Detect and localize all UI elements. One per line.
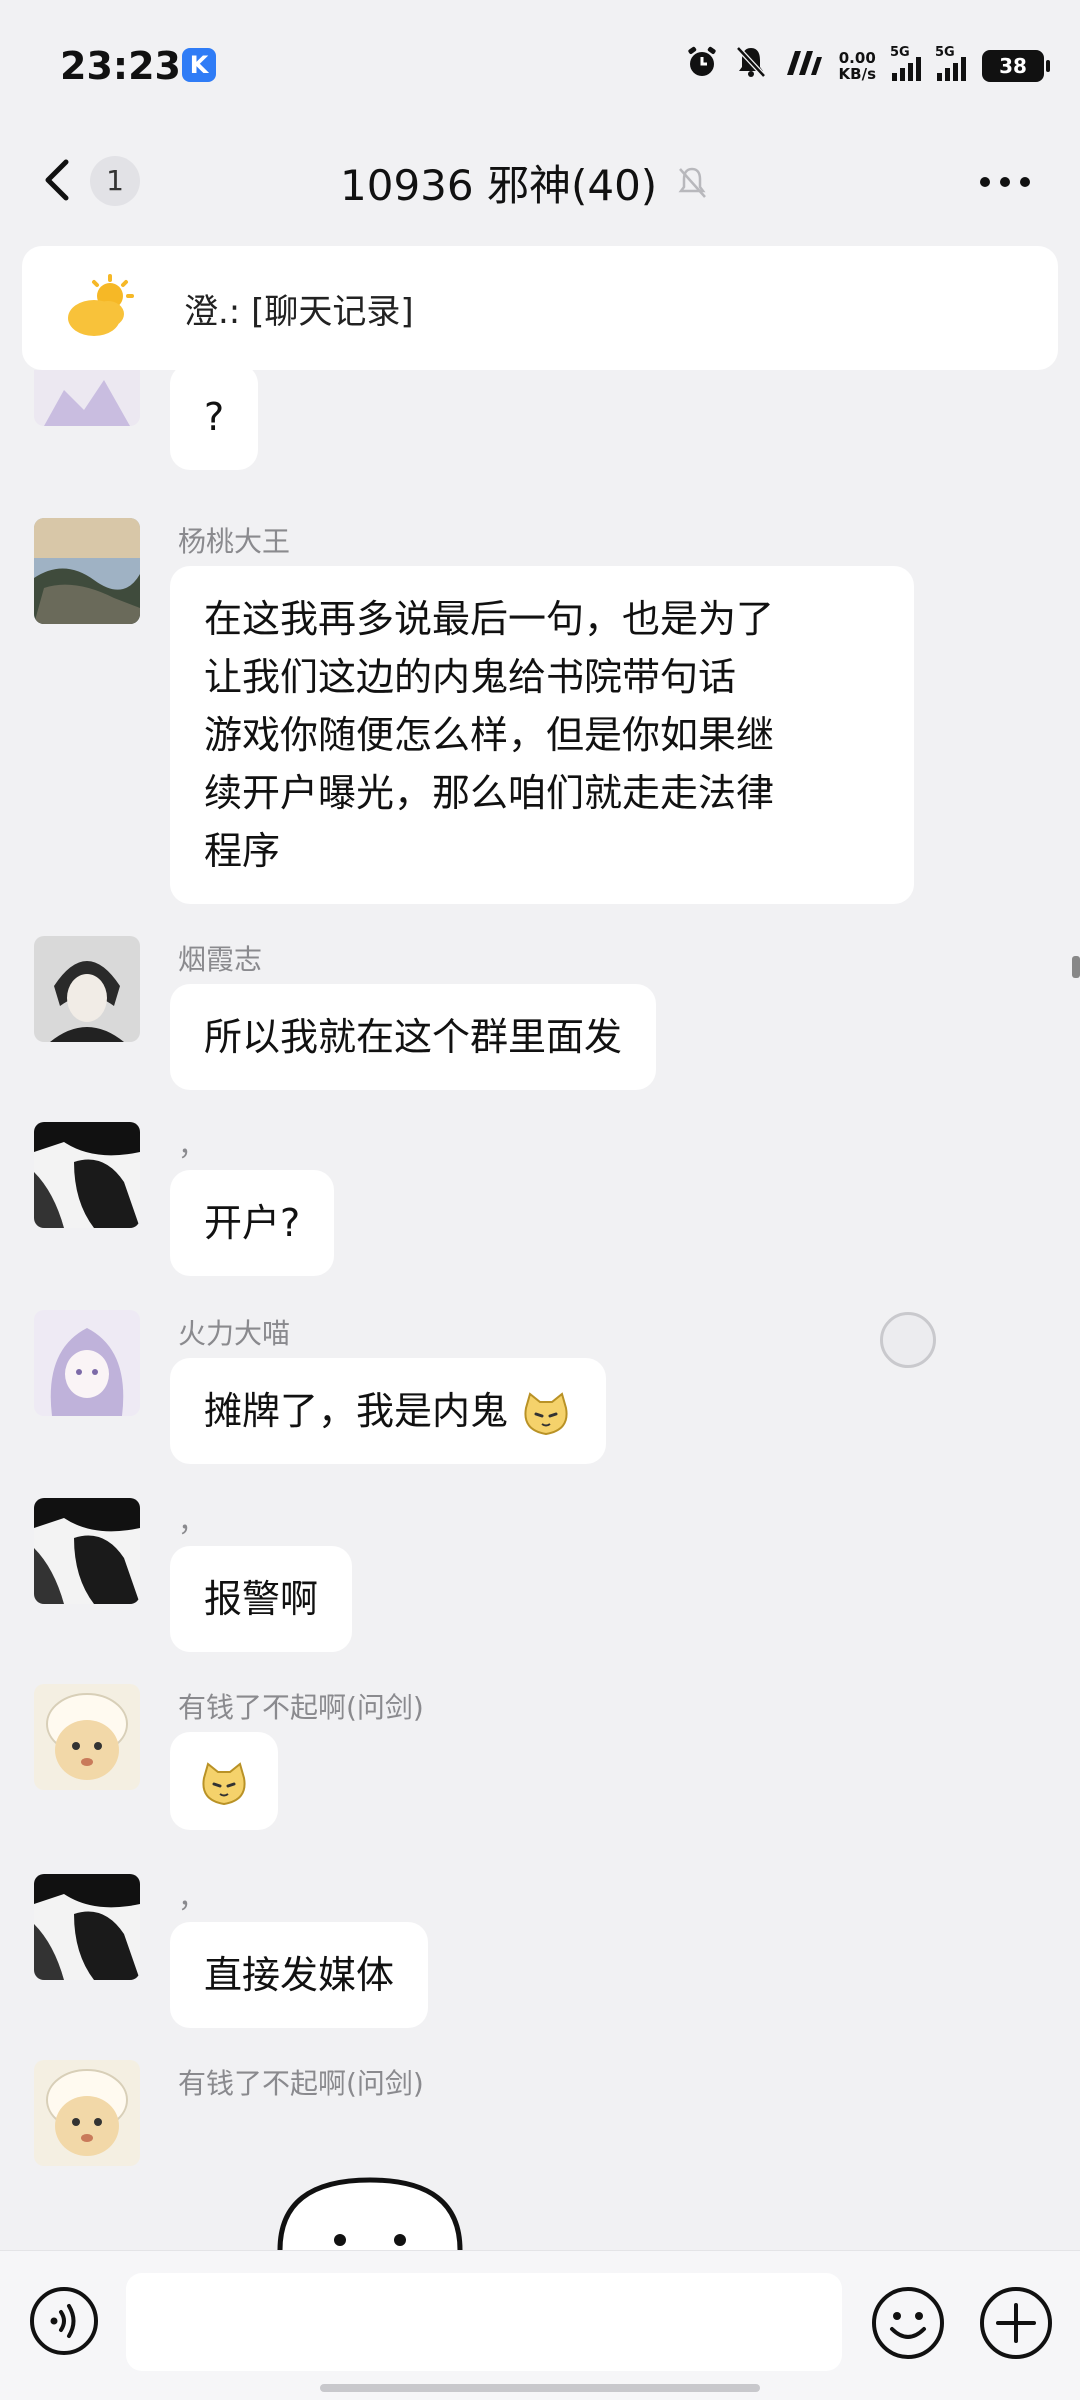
message-line: 续开户曝光，那么咱们就走走法律 <box>204 771 775 815</box>
message-bubble[interactable]: 在这我再多说最后一句，也是为了 让我们这边的内鬼给书院带句话 游戏你随便怎么样，… <box>170 566 914 904</box>
sender-name: ， <box>178 1881 207 1914</box>
message-list[interactable]: ? 杨桃大王 在这我再多说最后一句，也是为了 让我们这边的内鬼给书院带句话 游戏… <box>0 370 1080 2250</box>
message-bubble[interactable]: 开户? <box>170 1170 335 1276</box>
cat-emoji-icon <box>202 1761 246 1805</box>
signal-2-icon: 5G <box>935 45 966 81</box>
sticker-face-icon[interactable] <box>270 2170 470 2250</box>
message-bubble[interactable]: 所以我就在这个群里面发 <box>170 984 657 1090</box>
message-input[interactable] <box>126 2273 842 2371</box>
message-text: ? <box>204 395 225 439</box>
input-bar <box>0 2250 1080 2400</box>
floating-assist-button[interactable] <box>880 1312 936 1368</box>
sender-name: 烟霞志 <box>178 943 263 976</box>
do-not-disturb-icon <box>678 167 707 198</box>
status-bar: 23:23 K 0.00 KB/s 5G 5G 38 <box>0 0 1080 130</box>
net-speed: 0.00 KB/s <box>839 50 876 82</box>
avatar[interactable] <box>34 1498 140 1604</box>
status-time: 23:23 <box>60 44 181 88</box>
message-text: 所以我就在这个群里面发 <box>204 1015 623 1059</box>
avatar[interactable] <box>34 936 140 1042</box>
message-text: 报警啊 <box>204 1577 319 1621</box>
chat-header: 1 10936 邪神(40) <box>0 130 1080 230</box>
avatar[interactable] <box>34 1874 140 1980</box>
signal-1-icon: 5G <box>890 45 921 81</box>
emoji-icon[interactable] <box>870 2285 946 2361</box>
back-button[interactable] <box>36 148 96 212</box>
status-icons: 0.00 KB/s 5G 5G 38 <box>685 44 1050 88</box>
sun-cloud-icon <box>68 274 134 336</box>
more-dots-icon[interactable] <box>978 160 1032 190</box>
pinned-text: 澄.: [聊天记录] <box>184 292 414 332</box>
message-bubble[interactable] <box>170 1732 278 1830</box>
pinned-notice[interactable]: 澄.: [聊天记录] <box>22 246 1058 370</box>
message-bubble[interactable]: 摊牌了，我是内鬼 <box>170 1358 607 1464</box>
avatar[interactable] <box>34 1122 140 1228</box>
message-bubble[interactable]: ? <box>170 370 259 470</box>
plus-icon[interactable] <box>978 2285 1054 2361</box>
avatar[interactable] <box>34 370 140 426</box>
chat-title: 10936 邪神(40) <box>340 161 658 210</box>
battery-icon: 38 <box>982 50 1050 82</box>
message-line: 程序 <box>204 829 281 873</box>
message-line: 游戏你随便怎么样，但是你如果继 <box>204 713 775 757</box>
message-bubble[interactable]: 报警啊 <box>170 1546 353 1652</box>
signal-1-tag: 5G <box>890 45 910 60</box>
home-indicator[interactable] <box>320 2384 760 2392</box>
avatar[interactable] <box>34 1310 140 1416</box>
sender-name: 火力大喵 <box>178 1317 291 1350</box>
speed-mode-icon <box>783 47 823 85</box>
sender-name: 杨桃大王 <box>178 525 291 558</box>
avatar[interactable] <box>34 1684 140 1790</box>
mute-bell-icon <box>735 45 767 87</box>
net-speed-value: 0.00 <box>838 49 876 67</box>
sender-name: ， <box>178 1129 207 1162</box>
unread-count-badge[interactable]: 1 <box>90 156 140 206</box>
message-text: 直接发媒体 <box>204 1953 395 1997</box>
message-line: 在这我再多说最后一句，也是为了 <box>204 597 775 641</box>
app-notification-icon: K <box>182 48 216 82</box>
scrollbar-thumb[interactable] <box>1072 956 1080 978</box>
sender-name: 有钱了不起啊(问剑) <box>178 1691 424 1724</box>
voice-icon[interactable] <box>28 2285 100 2357</box>
message-text: 摊牌了，我是内鬼 <box>204 1389 509 1433</box>
sender-name: ， <box>178 1505 207 1538</box>
alarm-icon <box>685 45 719 87</box>
avatar[interactable] <box>34 2060 140 2166</box>
sender-name: 有钱了不起啊(问剑) <box>178 2067 424 2100</box>
chat-title-group[interactable]: 10936 邪神(40) <box>340 152 709 213</box>
chevron-left-icon <box>45 159 69 201</box>
cat-emoji-icon <box>524 1391 568 1435</box>
signal-2-tag: 5G <box>935 45 955 60</box>
net-speed-unit: KB/s <box>838 65 876 83</box>
message-line: 让我们这边的内鬼给书院带句话 <box>204 655 737 699</box>
avatar[interactable] <box>34 518 140 624</box>
message-text: 开户? <box>204 1201 301 1245</box>
message-bubble[interactable]: 直接发媒体 <box>170 1922 429 2028</box>
